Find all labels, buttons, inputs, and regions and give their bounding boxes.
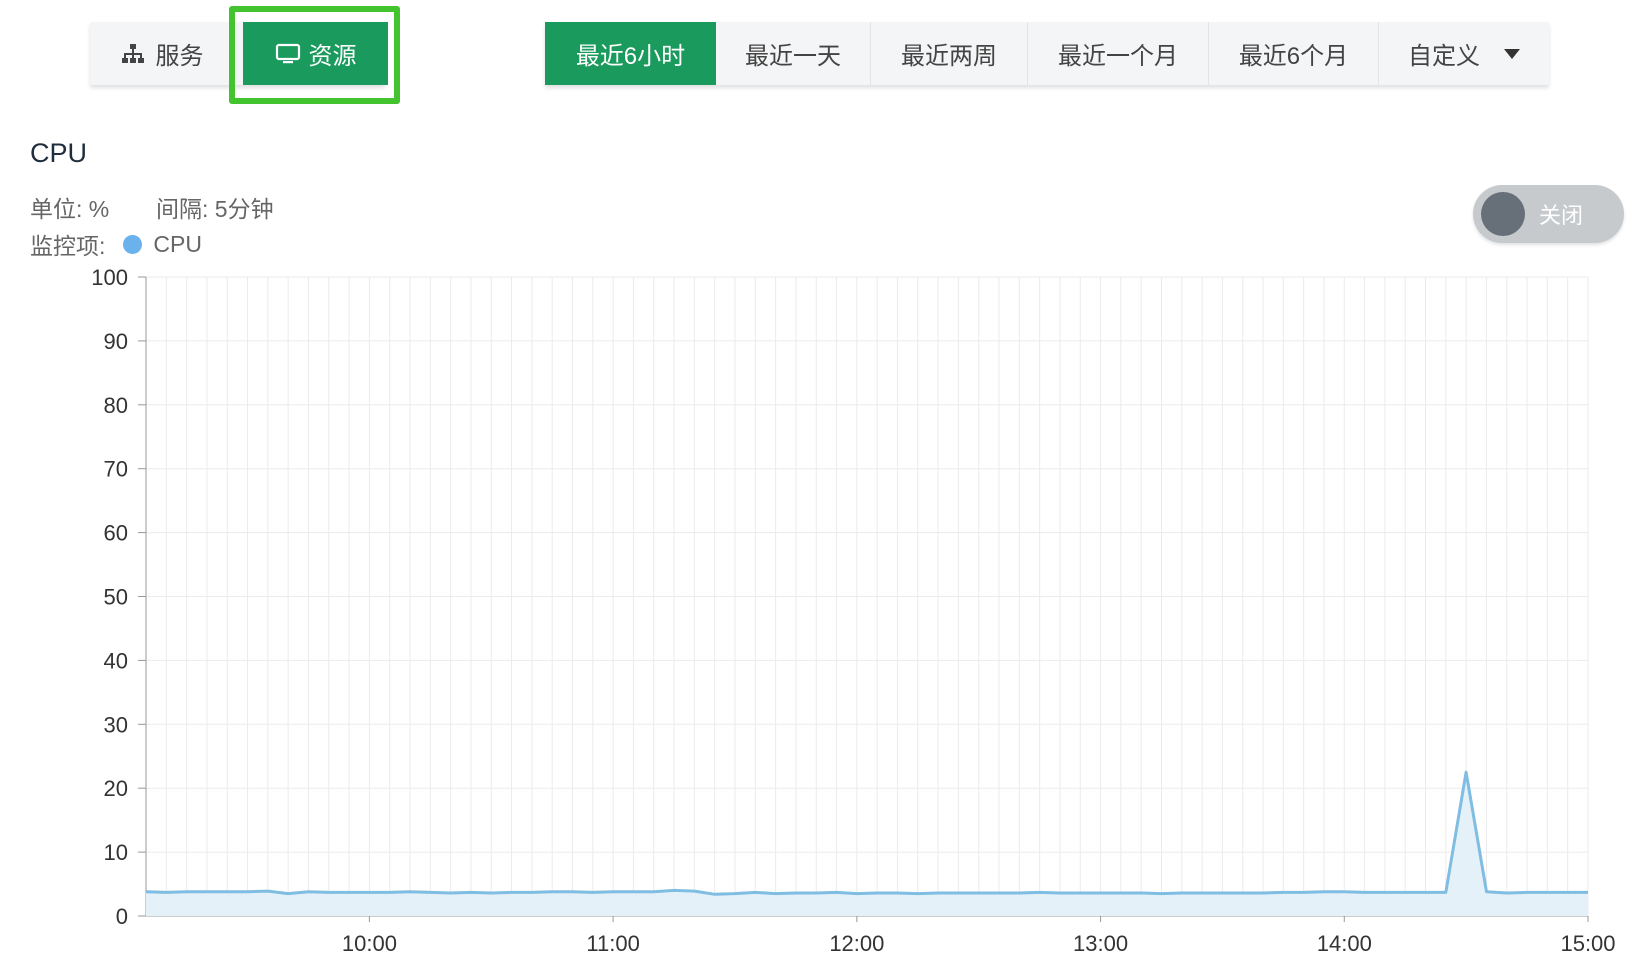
y-tick-label: 20 <box>104 776 128 801</box>
x-tick-label: 15:00 <box>1560 931 1615 956</box>
x-tick-label: 14:00 <box>1317 931 1372 956</box>
y-tick-label: 30 <box>104 712 128 737</box>
y-tick-label: 70 <box>104 457 128 482</box>
y-tick-label: 80 <box>104 393 128 418</box>
y-tick-label: 50 <box>104 585 128 610</box>
y-tick-label: 10 <box>104 840 128 865</box>
cpu-chart: 0 10 20 30 40 50 60 70 80 90 100 10:00 11:00 12:00 13:… <box>91 265 1615 956</box>
x-tick-label: 13:00 <box>1073 931 1128 956</box>
x-tick-label: 10:00 <box>342 931 397 956</box>
y-tick-label: 0 <box>116 904 128 929</box>
x-tick-label: 12:00 <box>829 931 884 956</box>
y-tick-label: 60 <box>104 521 128 546</box>
x-tick-label: 11:00 <box>586 931 639 956</box>
y-tick-label: 40 <box>104 648 128 673</box>
y-tick-label: 90 <box>104 329 128 354</box>
y-tick-label: 100 <box>91 265 128 290</box>
series-line-cpu <box>145 770 1588 896</box>
